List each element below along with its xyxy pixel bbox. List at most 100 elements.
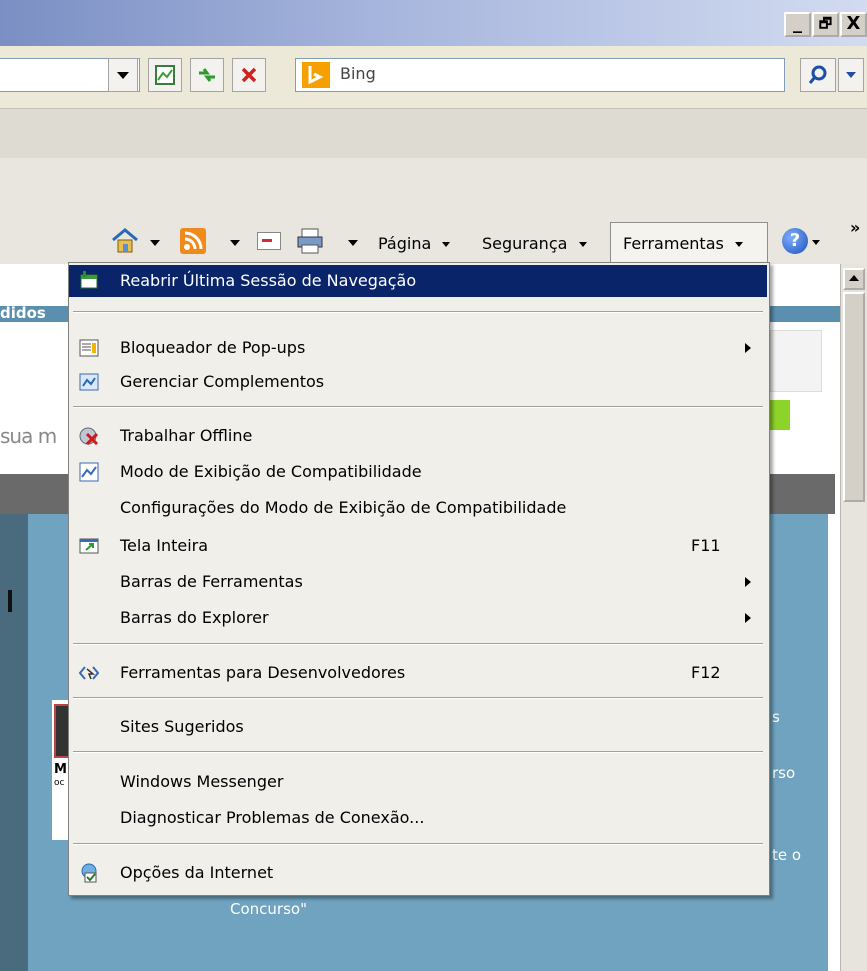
menu-item-label: Windows Messenger: [120, 772, 284, 791]
tools-menu-label: Ferramentas: [623, 234, 724, 253]
page-side-text-2: rso: [772, 764, 796, 782]
page-bottom-text: Concurso": [230, 900, 307, 918]
minimize-button[interactable]: _: [784, 12, 811, 37]
stop-icon: [241, 67, 257, 83]
offline-icon: [79, 427, 99, 446]
print-dropdown-icon[interactable]: [348, 240, 358, 246]
menu-item-work-offline[interactable]: Trabalhar Offline: [69, 421, 767, 451]
favorites-bar: [0, 108, 867, 160]
menu-separator: [73, 751, 763, 753]
menu-item-windows-messenger[interactable]: Windows Messenger: [69, 767, 767, 797]
search-options-button[interactable]: [838, 58, 864, 92]
toolbar-overflow-button[interactable]: »: [850, 218, 860, 237]
chevron-down-icon: [846, 72, 856, 78]
menu-item-shortcut: F12: [691, 663, 721, 682]
home-icon: [112, 228, 138, 253]
menu-item-developer-tools[interactable]: Ferramentas para Desenvolvedores F12: [69, 658, 767, 688]
page-menu-label: Página: [378, 234, 432, 253]
page-card-letter: M: [54, 762, 67, 777]
search-icon: [808, 65, 827, 84]
menu-item-shortcut: F11: [691, 536, 721, 555]
feeds-dropdown-icon[interactable]: [230, 240, 240, 246]
submenu-arrow-icon: [745, 613, 751, 623]
printer-icon: [297, 228, 323, 254]
page-green-button[interactable]: [770, 400, 790, 430]
developer-tools-icon: [79, 666, 99, 680]
compatibility-view-button[interactable]: [148, 58, 182, 92]
menu-item-label: Barras do Explorer: [120, 608, 269, 627]
submenu-arrow-icon: [745, 343, 751, 353]
page-search-hint: sua m: [0, 424, 57, 448]
menu-separator: [73, 843, 763, 845]
tools-menu: Reabrir Última Sessão de Navegação Bloqu…: [68, 262, 770, 896]
search-button[interactable]: [800, 58, 836, 92]
title-bar: [0, 0, 867, 46]
refresh-button[interactable]: [190, 58, 224, 92]
print-button[interactable]: [295, 226, 325, 256]
popup-blocker-icon: [79, 339, 99, 357]
addons-icon: [79, 373, 99, 391]
submenu-arrow-icon: [745, 577, 751, 587]
menu-item-internet-options[interactable]: Opções da Internet: [69, 858, 767, 888]
address-dropdown-button[interactable]: [108, 58, 138, 92]
menu-item-label: Gerenciar Complementos: [120, 372, 325, 391]
menu-item-compatibility-view[interactable]: Modo de Exibição de Compatibilidade: [69, 457, 767, 487]
fullscreen-icon: [79, 538, 99, 554]
menu-item-diagnose-connection[interactable]: Diagnosticar Problemas de Conexão...: [69, 803, 767, 833]
menu-separator: [73, 406, 763, 408]
menu-separator: [73, 311, 763, 313]
close-button[interactable]: X: [840, 12, 867, 37]
menu-item-label: Tela Inteira: [120, 536, 209, 555]
chevron-down-icon: [442, 242, 451, 247]
menu-item-label: Sites Sugeridos: [120, 717, 244, 736]
home-dropdown-icon[interactable]: [150, 240, 160, 246]
scroll-up-button[interactable]: [843, 268, 865, 290]
help-dropdown-icon[interactable]: [812, 240, 820, 245]
restore-button[interactable]: 🗗: [812, 12, 839, 37]
page-tab-text: didos: [0, 304, 46, 322]
chevron-down-icon: [734, 242, 743, 247]
chevron-down-icon: [578, 242, 587, 247]
page-side-text-3: te o: [772, 846, 802, 864]
compatibility-view-icon: [155, 65, 175, 85]
mail-button[interactable]: [257, 232, 281, 250]
menu-item-fullscreen[interactable]: Tela Inteira F11: [69, 531, 767, 561]
menu-separator: [73, 697, 763, 699]
chevron-down-icon: [117, 71, 129, 79]
refresh-icon: [199, 68, 215, 82]
tools-menu-button[interactable]: Ferramentas: [610, 222, 768, 264]
menu-item-explorer-bars[interactable]: Barras do Explorer: [69, 603, 767, 633]
chevron-up-icon: [849, 275, 859, 281]
menu-item-compatibility-settings[interactable]: Configurações do Modo de Exibição de Com…: [69, 493, 767, 523]
safety-menu-label: Segurança: [482, 234, 568, 253]
menu-item-label: Trabalhar Offline: [120, 426, 253, 445]
menu-item-label: Ferramentas para Desenvolvedores: [120, 663, 406, 682]
page-box: [770, 330, 822, 392]
rss-feed-icon: [184, 231, 203, 250]
menu-item-toolbars[interactable]: Barras de Ferramentas: [69, 567, 767, 597]
menu-item-label: Modo de Exibição de Compatibilidade: [120, 462, 422, 481]
page-mark: [8, 590, 12, 612]
internet-options-icon: [81, 863, 97, 883]
mail-icon: [262, 239, 272, 242]
menu-item-suggested-sites[interactable]: Sites Sugeridos: [69, 712, 767, 742]
bing-logo-icon: [302, 62, 330, 88]
safety-menu-button[interactable]: Segurança: [482, 228, 587, 260]
page-left-strip: [0, 514, 28, 971]
menu-item-manage-addons[interactable]: Gerenciar Complementos: [69, 367, 767, 397]
search-provider-label: Bing: [340, 64, 376, 83]
menu-item-label: Bloqueador de Pop-ups: [120, 338, 306, 357]
page-menu-button[interactable]: Página: [378, 228, 451, 260]
home-button[interactable]: [110, 226, 140, 256]
page-card-sub: oc: [54, 778, 65, 788]
reopen-session-icon: [80, 271, 98, 289]
menu-item-popup-blocker[interactable]: Bloqueador de Pop-ups: [69, 333, 767, 363]
menu-item-label: Reabrir Última Sessão de Navegação: [120, 271, 417, 290]
menu-item-reopen-session[interactable]: Reabrir Última Sessão de Navegação: [69, 265, 767, 297]
menu-separator: [73, 643, 763, 645]
stop-button[interactable]: [232, 58, 266, 92]
menu-item-label: Barras de Ferramentas: [120, 572, 303, 591]
feeds-button[interactable]: [180, 228, 206, 254]
help-button[interactable]: ?: [782, 228, 808, 254]
scroll-thumb[interactable]: [843, 292, 865, 502]
